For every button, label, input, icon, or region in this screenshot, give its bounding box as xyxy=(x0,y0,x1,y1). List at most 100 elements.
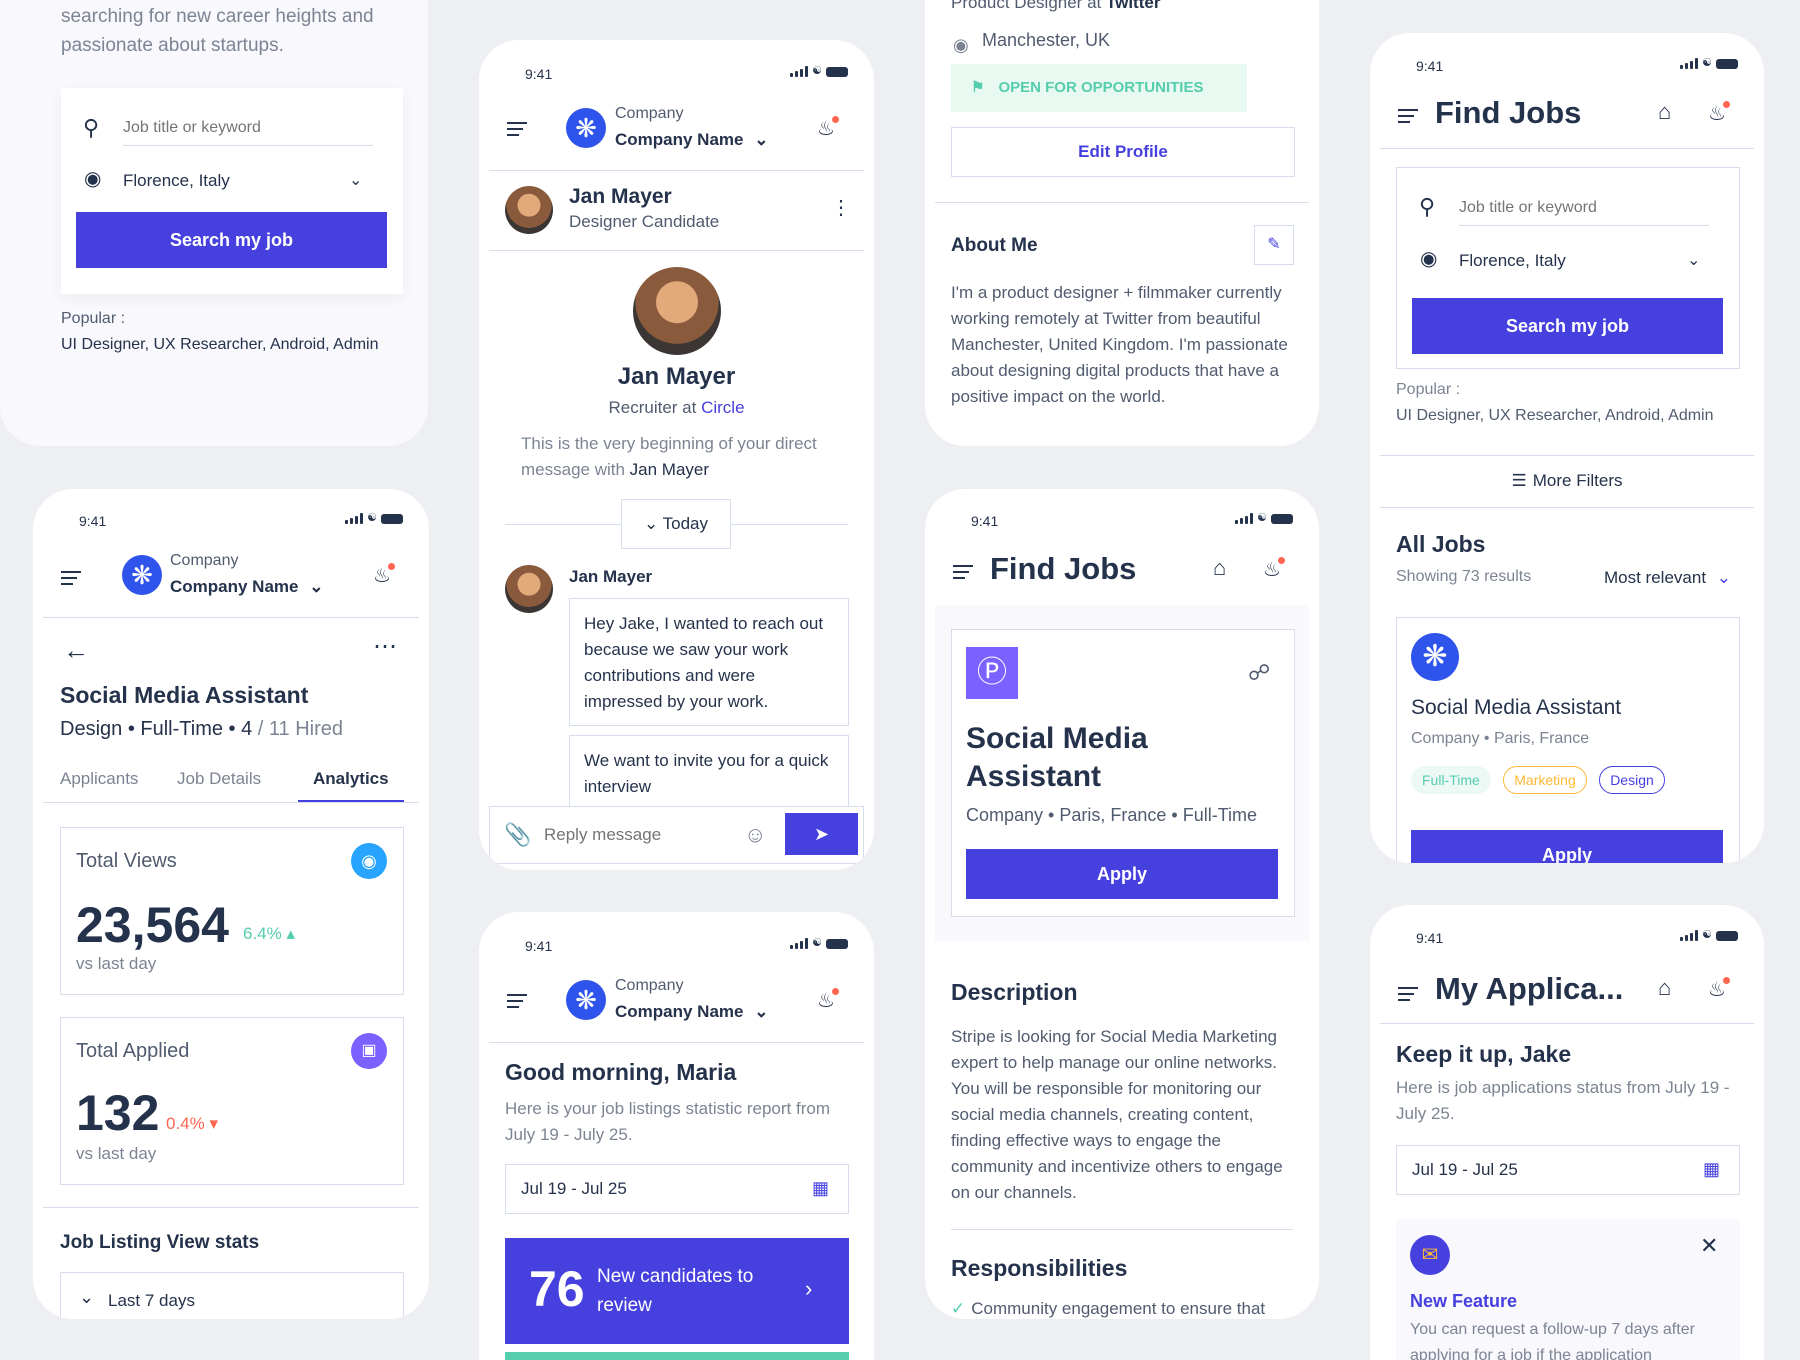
company-name-dropdown[interactable]: Company Name ⌄ xyxy=(170,577,323,597)
more-options-icon[interactable]: ⋯ xyxy=(373,635,397,659)
company-label: Company xyxy=(615,977,684,994)
job-list-item[interactable]: ❋ Social Media Assistant Company • Paris… xyxy=(1396,617,1740,863)
tag-design: Design xyxy=(1599,766,1665,794)
signal-icon xyxy=(345,513,364,524)
search-input[interactable] xyxy=(1459,190,1709,226)
contact-role: Designer Candidate xyxy=(569,212,720,231)
pencil-icon: ✎ xyxy=(1267,236,1281,253)
reply-input[interactable] xyxy=(544,821,724,849)
menu-icon[interactable] xyxy=(1398,109,1418,127)
close-icon[interactable]: ✕ xyxy=(1700,1233,1718,1259)
status-time: 9:41 xyxy=(971,513,999,529)
sort-dropdown[interactable]: Most relevant ⌄ xyxy=(1604,568,1731,588)
notification-bell-icon[interactable]: ♨ xyxy=(1708,977,1730,1001)
total-views-label: Total Views xyxy=(76,850,177,872)
status-icons: ☯ xyxy=(1680,930,1738,941)
tab-job-details[interactable]: Job Details xyxy=(177,769,261,789)
chevron-down-icon[interactable]: ⌄ xyxy=(1687,250,1700,272)
calendar-icon: ▦ xyxy=(1703,1159,1721,1179)
calendar-icon: ▦ xyxy=(812,1178,830,1198)
check-circle-icon: ✓ xyxy=(951,1299,966,1318)
recruiter-company-link[interactable]: Circle xyxy=(701,398,744,417)
notification-bell-icon[interactable]: ♨ xyxy=(1708,101,1730,125)
tab-applicants[interactable]: Applicants xyxy=(60,769,138,789)
find-jobs-card: 9:41 ☯ Find Jobs ⌂ ♨ ⚲ ◉ Florence, Italy… xyxy=(1370,33,1764,863)
chevron-down-icon[interactable]: ⌄ xyxy=(349,170,362,192)
analytics-card: 9:41 ☯ ❋ Company Company Name ⌄ ♨ ← ⋯ So… xyxy=(33,489,429,1319)
edit-profile-button[interactable]: Edit Profile xyxy=(951,127,1295,177)
date-range-picker[interactable]: Jul 19 - Jul 25 ▦ xyxy=(1396,1145,1740,1195)
apply-button[interactable]: Apply xyxy=(966,849,1278,899)
filter-icon: ☰ xyxy=(1511,471,1527,490)
header-divider xyxy=(489,170,864,171)
sender-avatar xyxy=(505,565,553,613)
more-filters-button[interactable]: ☰ More Filters xyxy=(1370,471,1764,491)
home-icon[interactable]: ⌂ xyxy=(1658,101,1671,123)
range-dropdown[interactable]: ⌄ Last 7 days xyxy=(60,1272,404,1319)
menu-icon[interactable] xyxy=(507,994,527,1012)
signal-icon xyxy=(1235,513,1254,524)
responsibility-item: ✓ Community engagement to ensure that xyxy=(951,1299,1266,1318)
chevron-down-icon: ⌄ xyxy=(754,1002,769,1021)
more-vertical-icon[interactable]: ⋮ xyxy=(831,197,851,219)
status-bar: 9:41 ☯ xyxy=(1370,905,1764,946)
menu-icon[interactable] xyxy=(507,122,527,140)
tabs-divider xyxy=(43,802,419,803)
back-arrow-icon[interactable]: ← xyxy=(63,637,89,663)
battery-icon xyxy=(826,67,848,77)
date-range-picker[interactable]: Jul 19 - Jul 25 ▦ xyxy=(505,1164,849,1214)
search-input[interactable] xyxy=(123,110,373,146)
menu-icon[interactable] xyxy=(953,565,973,583)
job-dept: Design xyxy=(60,718,123,740)
emoji-icon[interactable]: ☺ xyxy=(744,822,766,848)
status-icons: ☯ xyxy=(345,513,403,524)
new-candidates-card[interactable]: 76 New candidates to review › xyxy=(505,1238,849,1344)
menu-icon[interactable] xyxy=(61,571,81,589)
total-applied-value: 132 xyxy=(76,1085,160,1141)
message-sender: Jan Mayer xyxy=(569,567,653,586)
company-name-dropdown[interactable]: Company Name ⌄ xyxy=(615,1002,768,1022)
signal-icon xyxy=(790,938,809,949)
menu-icon[interactable] xyxy=(1398,987,1418,1005)
location-field[interactable]: Florence, Italy xyxy=(1459,251,1566,271)
tab-analytics[interactable]: Analytics xyxy=(313,769,389,789)
profile-card: Product Designer at Twitter ◉ Manchester… xyxy=(925,0,1319,446)
search-job-button[interactable]: Search my job xyxy=(76,212,387,268)
notification-bell-icon[interactable]: ♨ xyxy=(373,563,395,587)
my-applications-card: 9:41 ☯ My Applica... ⌂ ♨ Keep it up, Jak… xyxy=(1370,905,1764,1360)
date-divider-chip[interactable]: ⌄ Today xyxy=(621,499,731,549)
popular-items[interactable]: UI Designer, UX Researcher, Android, Adm… xyxy=(61,336,379,354)
notification-bell-icon[interactable]: ♨ xyxy=(1263,557,1285,581)
home-icon[interactable]: ⌂ xyxy=(1658,977,1671,999)
search-job-button[interactable]: Search my job xyxy=(1412,298,1723,354)
edit-about-button[interactable]: ✎ xyxy=(1254,225,1294,265)
signal-icon xyxy=(1680,58,1699,69)
attachment-icon[interactable]: 📎 xyxy=(504,822,531,848)
send-button[interactable]: ➤ xyxy=(785,813,858,855)
popular-items[interactable]: UI Designer, UX Researcher, Android, Adm… xyxy=(1396,407,1714,425)
notification-bell-icon[interactable]: ♨ xyxy=(817,988,839,1012)
wifi-icon: ☯ xyxy=(1702,57,1712,69)
applied-sub: vs last day xyxy=(76,1144,157,1163)
greeting: Keep it up, Jake xyxy=(1396,1041,1572,1067)
description-text: Stripe is looking for Social Media Marke… xyxy=(951,1027,1283,1202)
all-jobs-title: All Jobs xyxy=(1396,531,1486,557)
status-bar: 9:41 ☯ xyxy=(1370,33,1764,74)
feature-title: New Feature xyxy=(1410,1291,1518,1311)
messages-card: 9:41 ☯ ❋ Company Company Name ⌄ ♨ Jan Ma… xyxy=(479,40,874,870)
battery-icon xyxy=(1716,931,1738,941)
location-field[interactable]: Florence, Italy xyxy=(123,171,230,191)
chevron-down-icon: ⌄ xyxy=(79,1287,95,1307)
company-name-dropdown[interactable]: Company Name ⌄ xyxy=(615,130,768,150)
stats-title: Job Listing View stats xyxy=(60,1232,260,1253)
message-bubble: We want to invite you for a quick interv… xyxy=(569,735,849,815)
feature-illustration-icon: ✉ xyxy=(1410,1235,1450,1275)
next-stat-card xyxy=(505,1352,849,1360)
home-icon[interactable]: ⌂ xyxy=(1213,557,1226,579)
notification-bell-icon[interactable]: ♨ xyxy=(817,116,839,140)
apply-button[interactable]: Apply xyxy=(1411,830,1723,863)
location-pin-icon: ◉ xyxy=(953,35,969,55)
status-bar: 9:41 ☯ xyxy=(925,489,1319,529)
header-divider xyxy=(1380,1023,1754,1024)
share-icon[interactable]: ☍ xyxy=(1248,660,1270,686)
